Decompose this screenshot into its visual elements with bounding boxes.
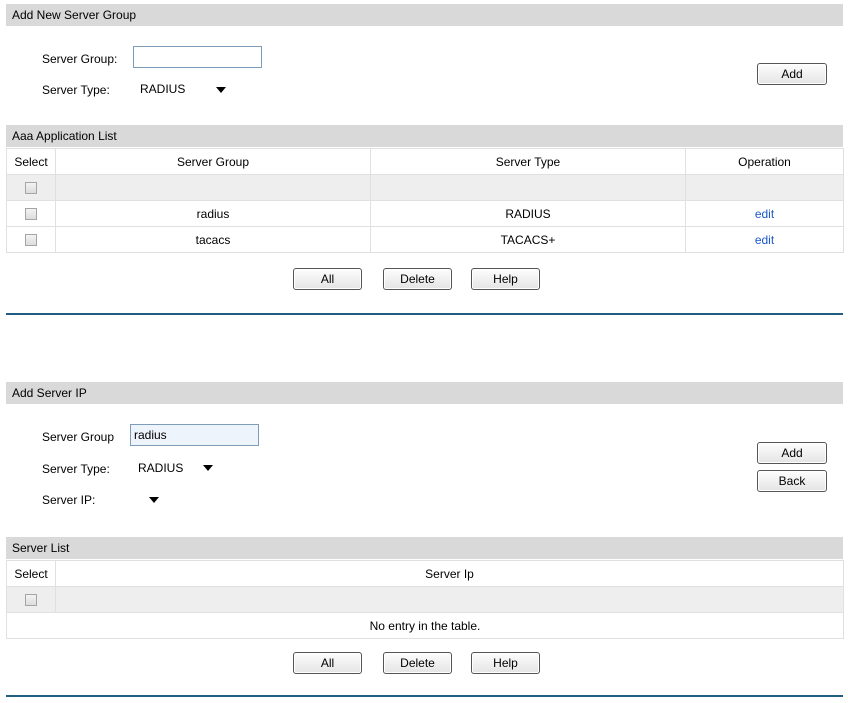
row-checkbox[interactable]: [25, 208, 37, 221]
server-type-cell: RADIUS: [370, 200, 686, 227]
back-button[interactable]: Back: [757, 470, 827, 492]
chevron-down-icon: [203, 465, 213, 471]
chevron-down-icon: [149, 497, 159, 503]
server-type-label: Server Type:: [42, 83, 110, 97]
server-group-cell: tacacs: [55, 226, 371, 253]
server-group-input[interactable]: [133, 46, 262, 68]
application-list-header: Aaa Application List: [6, 125, 843, 147]
server-type-value: RADIUS: [140, 82, 186, 96]
server-group-cell: radius: [55, 200, 371, 227]
server-type-label: Server Type:: [42, 462, 110, 476]
server-ip-select[interactable]: [130, 489, 166, 509]
empty-table-message: No entry in the table.: [6, 612, 844, 639]
column-header-select: Select: [6, 148, 56, 175]
column-header-server-type: Server Type: [370, 148, 686, 175]
section-divider: [6, 695, 843, 697]
help-button[interactable]: Help: [471, 652, 540, 674]
select-all-checkbox[interactable]: [25, 594, 37, 607]
server-ip-label: Server IP:: [42, 493, 96, 507]
section-title: Add Server IP: [12, 386, 87, 400]
table-row: tacacs TACACS+ edit: [6, 226, 844, 253]
column-header-operation: Operation: [685, 148, 844, 175]
application-table: Select Server Group Server Type Operatio…: [6, 148, 844, 253]
section-title: Server List: [12, 541, 70, 555]
all-button[interactable]: All: [293, 652, 362, 674]
add-server-ip-header: Add Server IP: [6, 382, 843, 404]
edit-link[interactable]: edit: [755, 207, 774, 221]
section-divider: [6, 313, 843, 315]
section-title: Aaa Application List: [12, 129, 117, 143]
chevron-down-icon: [216, 87, 226, 93]
server-group-input[interactable]: [130, 424, 259, 446]
add-button[interactable]: Add: [757, 63, 827, 85]
server-type-select[interactable]: RADIUS: [132, 79, 232, 99]
column-header-server-group: Server Group: [55, 148, 371, 175]
row-checkbox[interactable]: [25, 234, 37, 247]
delete-button[interactable]: Delete: [383, 652, 452, 674]
add-server-group-header: Add New Server Group: [6, 4, 843, 26]
table-row: radius RADIUS edit: [6, 200, 844, 227]
column-header-select: Select: [6, 560, 56, 587]
all-button[interactable]: All: [293, 268, 362, 290]
help-button[interactable]: Help: [471, 268, 540, 290]
add-button[interactable]: Add: [757, 442, 827, 464]
edit-link[interactable]: edit: [755, 233, 774, 247]
column-header-server-ip: Server Ip: [55, 560, 844, 587]
server-group-label: Server Group: [42, 430, 115, 444]
server-group-label: Server Group:: [42, 52, 118, 66]
delete-button[interactable]: Delete: [383, 268, 452, 290]
server-table: Select Server Ip No entry in the table.: [6, 560, 844, 639]
server-type-cell: TACACS+: [370, 226, 686, 253]
section-title: Add New Server Group: [12, 8, 137, 22]
select-all-row: [6, 174, 844, 201]
server-type-value: RADIUS: [138, 461, 184, 475]
server-list-header: Server List: [6, 537, 843, 559]
select-all-checkbox[interactable]: [25, 182, 37, 195]
empty-row: No entry in the table.: [6, 612, 844, 639]
select-all-row: [6, 586, 844, 613]
server-type-select[interactable]: RADIUS: [130, 458, 220, 478]
